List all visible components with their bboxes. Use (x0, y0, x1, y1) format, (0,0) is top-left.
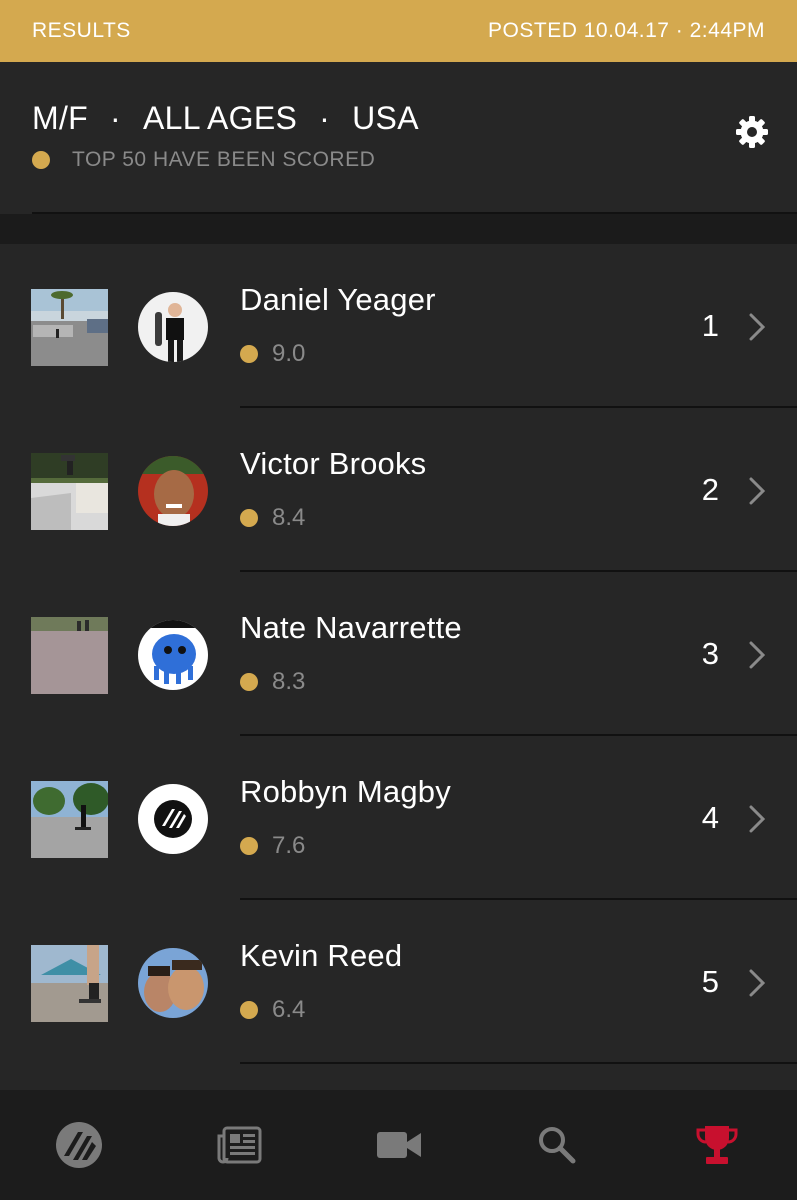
result-row[interactable]: Victor Brooks 8.4 2 (0, 408, 797, 572)
chevron-right-icon (749, 805, 766, 833)
avatar[interactable] (138, 784, 208, 854)
skater-name: Nate Navarrette (240, 610, 462, 645)
avatar[interactable] (138, 948, 208, 1018)
brand-logo-icon (138, 784, 208, 854)
avatar[interactable] (138, 620, 208, 690)
filter-separator: · (110, 100, 121, 136)
result-row[interactable]: Robbyn Magby 7.6 4 (0, 736, 797, 900)
skater-name: Robbyn Magby (240, 774, 451, 809)
search-icon (539, 1127, 576, 1164)
tab-video[interactable] (372, 1120, 426, 1170)
section-band (0, 214, 797, 244)
logo-icon (56, 1122, 102, 1168)
settings-button[interactable] (734, 114, 770, 150)
status-dot (32, 151, 50, 169)
trophy-icon (696, 1126, 738, 1164)
chevron-right-icon (749, 969, 766, 997)
scored-status: TOP 50 HAVE BEEN SCORED (32, 148, 375, 172)
posted-timestamp: POSTED 10.04.17 · 2:44PM (488, 19, 765, 42)
video-thumbnail[interactable] (31, 617, 108, 694)
tab-news[interactable] (212, 1120, 266, 1170)
filter-separator: · (319, 100, 331, 136)
filter-gender: M/F (32, 100, 88, 136)
score-dot (240, 673, 258, 691)
score-value: 6.4 (272, 996, 306, 1023)
tab-bar (0, 1090, 797, 1200)
score: 6.4 (240, 996, 305, 1024)
result-row[interactable]: Nate Navarrette 8.3 3 (0, 572, 797, 736)
news-icon (217, 1126, 262, 1164)
filter-age: ALL AGES (142, 100, 298, 136)
score-dot (240, 837, 258, 855)
skater-name: Victor Brooks (240, 446, 427, 481)
video-thumbnail[interactable] (31, 289, 108, 366)
video-thumbnail[interactable] (31, 453, 108, 530)
score-value: 7.6 (272, 832, 306, 859)
rank: 4 (701, 800, 719, 835)
chevron-right-icon (749, 641, 766, 669)
score: 8.4 (240, 504, 305, 532)
skater-name: Daniel Yeager (240, 282, 436, 317)
score: 8.3 (240, 668, 305, 696)
results-label: RESULTS (32, 19, 131, 42)
tab-search[interactable] (530, 1120, 584, 1170)
filter-summary[interactable]: M/F · ALL AGES · USA (32, 100, 419, 137)
score: 7.6 (240, 832, 305, 860)
result-row[interactable]: Daniel Yeager 9.0 1 (0, 244, 797, 408)
score-dot (240, 1001, 258, 1019)
chevron-right-icon (749, 477, 766, 505)
gear-icon (736, 116, 768, 148)
video-icon (377, 1132, 421, 1158)
rank: 1 (701, 308, 719, 343)
score-value: 8.4 (272, 504, 306, 531)
skater-name: Kevin Reed (240, 938, 403, 973)
status-bar: RESULTS POSTED 10.04.17 · 2:44PM (0, 0, 797, 62)
score-value: 8.3 (272, 668, 306, 695)
result-row[interactable]: Kevin Reed 6.4 5 (0, 900, 797, 1064)
video-thumbnail[interactable] (31, 781, 108, 858)
filter-country: USA (352, 100, 419, 136)
score-value: 9.0 (272, 340, 306, 367)
avatar[interactable] (138, 456, 208, 526)
tab-home[interactable] (52, 1120, 106, 1170)
video-thumbnail[interactable] (31, 945, 108, 1022)
rank: 2 (701, 472, 719, 507)
rank: 3 (701, 636, 719, 671)
tab-results[interactable] (690, 1120, 744, 1170)
divider (240, 1062, 797, 1064)
score-dot (240, 509, 258, 527)
scored-status-text: TOP 50 HAVE BEEN SCORED (72, 148, 376, 171)
chevron-right-icon (749, 313, 766, 341)
rank: 5 (701, 964, 719, 999)
filter-header: M/F · ALL AGES · USA TOP 50 HAVE BEEN SC… (0, 62, 797, 214)
avatar[interactable] (138, 292, 208, 362)
score: 9.0 (240, 340, 305, 368)
score-dot (240, 345, 258, 363)
